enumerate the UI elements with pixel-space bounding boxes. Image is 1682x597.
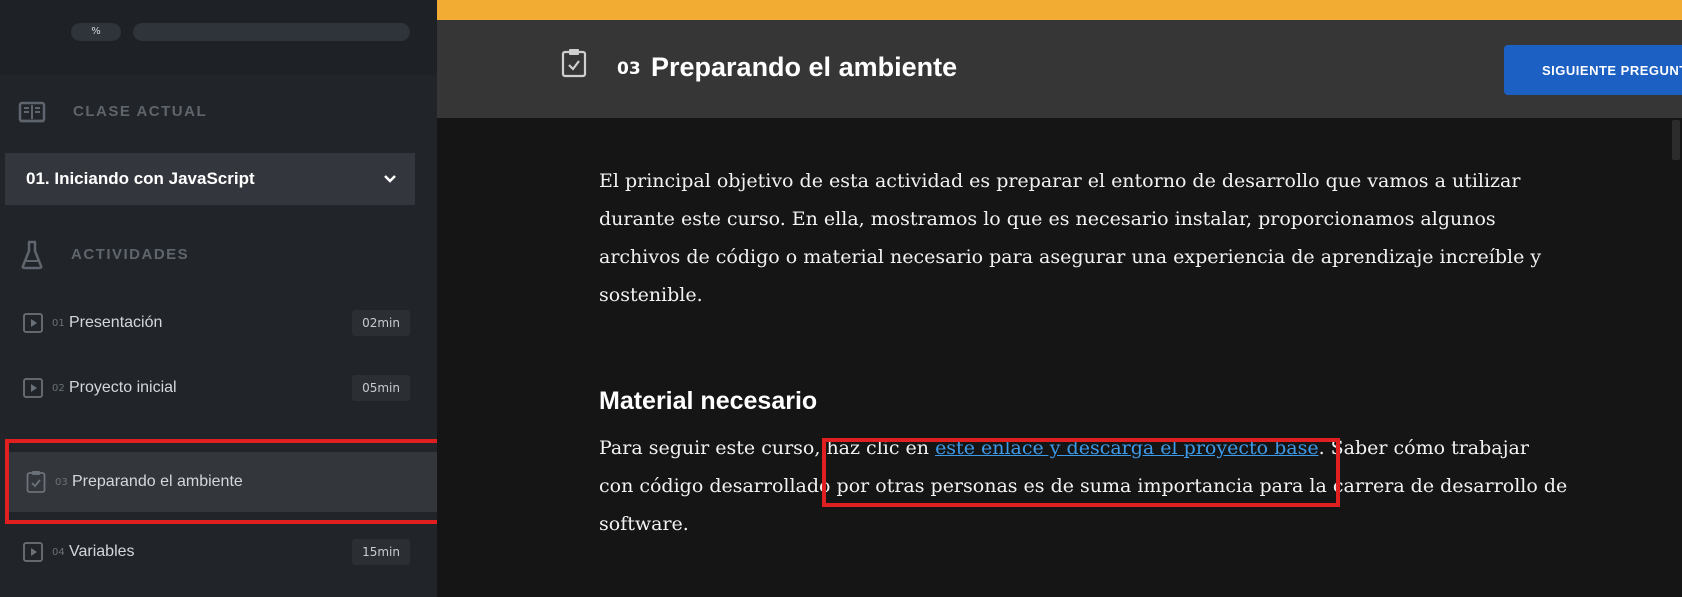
intro-paragraph: El principal objetivo de esta actividad … [599,170,1542,306]
activity-header: 03 Preparando el ambiente SIGUIENTE PREG… [437,20,1682,118]
play-icon [22,541,44,563]
progress-bar [133,23,410,41]
activity-number: 03 [617,59,641,79]
activity-item-proyecto-inicial[interactable]: 02 Proyecto inicial 05min [5,358,437,418]
next-question-button[interactable]: SIGUIENTE PREGUNTA [1504,45,1682,95]
flask-icon [21,240,43,270]
download-project-link[interactable]: este enlace y descarga el proyecto base [935,437,1319,459]
activity-item-preparando-el-ambiente[interactable]: 03 Preparando el ambiente [8,452,440,512]
activity-number: 03 [55,476,68,488]
activity-number: 01 [52,317,65,329]
current-class-select[interactable]: 01. Iniciando con JavaScript [5,153,415,205]
activity-number: 04 [52,546,65,558]
activity-title: Preparando el ambiente [72,473,243,490]
play-icon [22,312,44,334]
book-icon [18,101,46,123]
scrollbar[interactable] [1672,120,1680,160]
sidebar: % CLASE ACTUAL 01. Iniciando con JavaScr… [0,0,440,597]
activity-duration: 05min [352,375,410,401]
material-text-before: Para seguir este curso, haz clic en [599,437,936,459]
chevron-down-icon [384,175,396,183]
current-class-label: CLASE ACTUAL [73,103,208,120]
activity-duration: 15min [352,539,410,565]
activity-item-variables[interactable]: 04 Variables 15min [5,522,437,582]
activity-duration: 02min [352,310,410,336]
page-title: Preparando el ambiente [651,52,958,82]
clipboard-check-icon [25,471,47,493]
section-heading: Material necesario [599,387,818,415]
activity-content: El principal objetivo de esta actividad … [437,118,1682,597]
activity-title: Presentación [69,314,163,331]
current-class-name: 01. Iniciando con JavaScript [26,169,255,188]
course-progress: % [0,0,437,75]
next-question-label: SIGUIENTE PREGUNTA [1542,62,1682,78]
activity-title: Variables [69,543,135,560]
accent-bar [437,0,1682,20]
activity-title: Proyecto inicial [69,379,177,396]
play-icon [22,377,44,399]
activity-number: 02 [52,382,65,394]
activity-item-presentacion[interactable]: 01 Presentación 02min [5,293,437,353]
clipboard-check-icon [561,49,587,78]
progress-percent: % [71,23,121,41]
activities-label: ACTIVIDADES [71,246,190,263]
material-paragraph: Para seguir este curso, haz clic en este… [599,429,1569,543]
